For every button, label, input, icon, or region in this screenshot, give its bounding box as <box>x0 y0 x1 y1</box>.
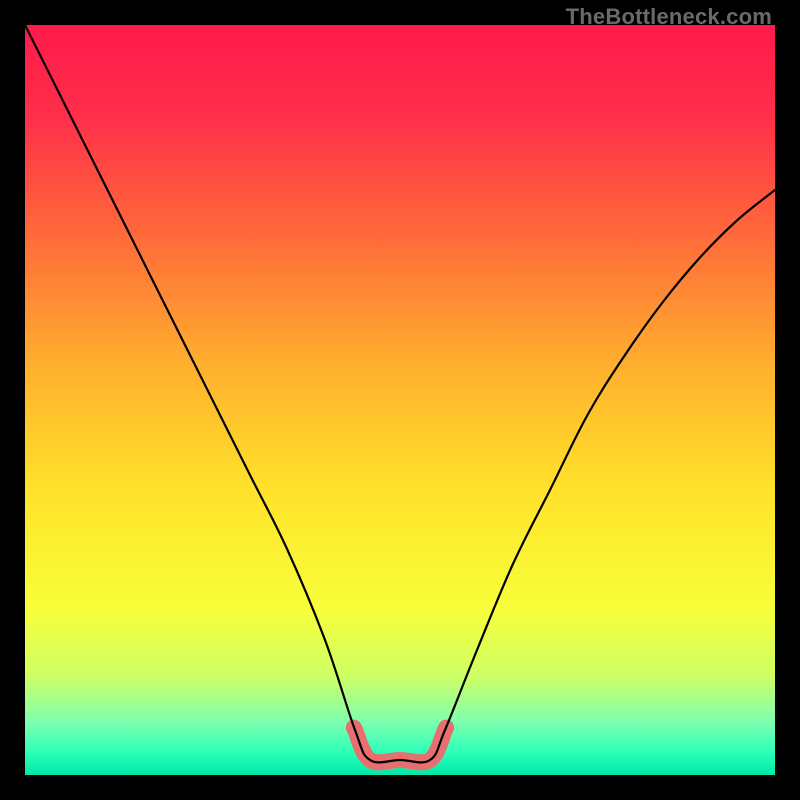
chart-frame: TheBottleneck.com <box>0 0 800 800</box>
curve-layer <box>25 25 775 775</box>
plot-area <box>25 25 775 775</box>
attribution-watermark: TheBottleneck.com <box>566 4 772 30</box>
bottleneck-curve <box>25 25 775 762</box>
